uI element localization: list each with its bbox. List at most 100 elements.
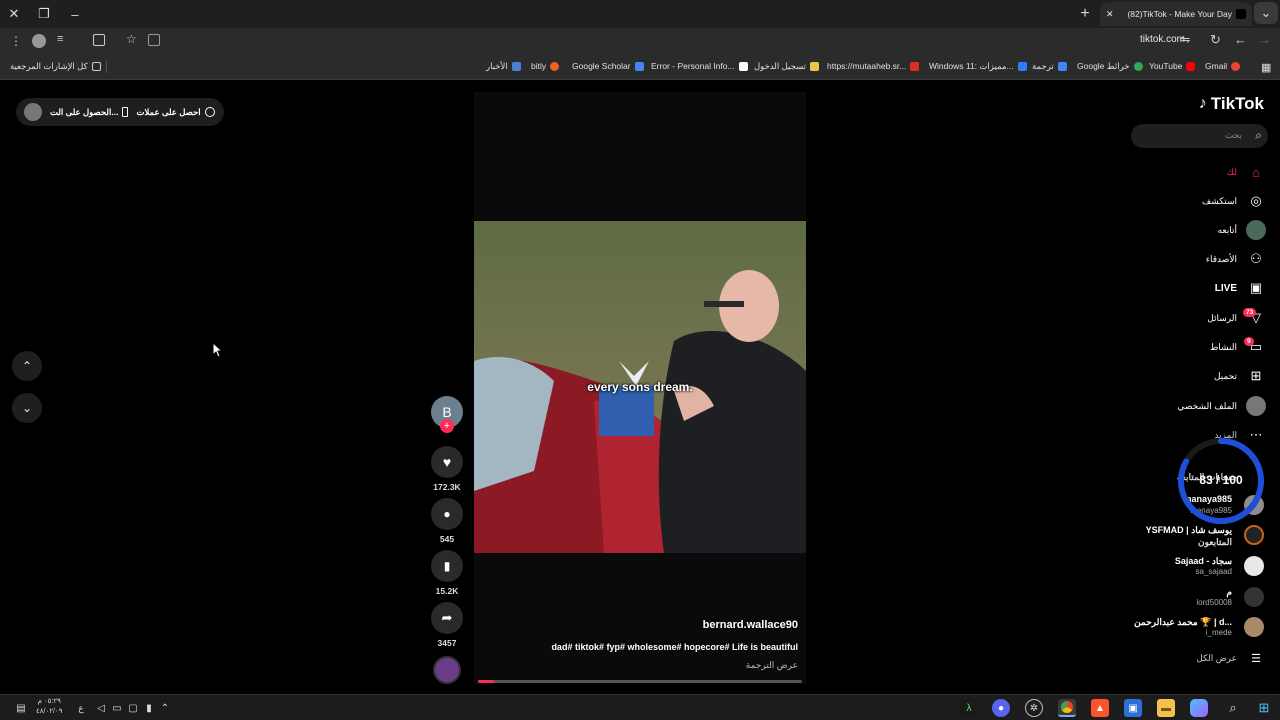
tiktok-note-icon: ♪ bbox=[1198, 95, 1207, 112]
video-username[interactable]: bernard.wallace90 bbox=[703, 619, 798, 631]
upload-icon[interactable]: ⊞ bbox=[1246, 366, 1266, 386]
extensions-list-icon[interactable]: ≡ bbox=[57, 33, 63, 45]
copilot-app-icon[interactable] bbox=[1190, 699, 1208, 717]
site-settings-icon[interactable]: ⇋ bbox=[1181, 33, 1190, 46]
windows-start-icon[interactable]: ⊞ bbox=[1255, 699, 1273, 717]
nav-profile[interactable]: الملف الشخصي bbox=[1177, 401, 1237, 412]
following-account-name[interactable]: Sajaad - سجاد bbox=[1175, 556, 1232, 567]
bookmark-label: https://mutaaheb.sr... bbox=[827, 61, 907, 71]
menu-dots-icon[interactable]: ⋮ bbox=[10, 34, 22, 48]
bookmark-bitly[interactable]: bitly bbox=[531, 61, 560, 71]
following-avatar[interactable] bbox=[1244, 617, 1264, 637]
like-button[interactable]: ♥ bbox=[431, 446, 463, 478]
forward-arrow-icon[interactable]: → bbox=[1258, 32, 1271, 47]
bookmark-login[interactable]: تسجيل الدخول bbox=[754, 61, 820, 72]
music-disc-icon[interactable] bbox=[433, 656, 461, 684]
share-button[interactable]: ➦ bbox=[431, 602, 463, 634]
tab-tiktok[interactable]: ✕ (82)TikTok - Make Your Day bbox=[1100, 2, 1252, 26]
nav-messages[interactable]: الرسائل bbox=[1207, 313, 1237, 324]
restore-window-icon[interactable]: ❐ bbox=[30, 0, 58, 28]
nav-explore[interactable]: استكشف bbox=[1202, 196, 1237, 207]
following-avatar[interactable] bbox=[1244, 525, 1264, 545]
tab-close-icon[interactable]: ✕ bbox=[1106, 9, 1114, 20]
score-text: 83 / 100 bbox=[1199, 473, 1243, 487]
url-field[interactable]: tiktok.com bbox=[1140, 34, 1185, 45]
extensions-puzzle-icon[interactable] bbox=[93, 34, 105, 46]
following-avatar-icon[interactable] bbox=[1246, 220, 1266, 240]
login-icon bbox=[810, 62, 820, 71]
following-avatar[interactable] bbox=[1244, 587, 1264, 607]
bookmark-all[interactable]: كل الإشارات المرجعية bbox=[10, 61, 101, 72]
bookmark-label: الأخبار bbox=[486, 61, 508, 71]
bookmark-youtube[interactable]: YouTube bbox=[1149, 61, 1196, 71]
search-taskbar-icon[interactable]: ⌕ bbox=[1224, 699, 1242, 717]
live-icon[interactable]: ▣ bbox=[1246, 278, 1266, 298]
notifications-icon[interactable]: ▤ bbox=[12, 699, 30, 717]
bookmark-label: ترجمة bbox=[1032, 61, 1054, 71]
nav-friends[interactable]: الأصدقاء bbox=[1206, 254, 1237, 265]
bookmark-maps[interactable]: Google خرائط bbox=[1077, 61, 1143, 72]
following-account-name[interactable]: YSFMAD | يوسف شاد bbox=[1146, 525, 1232, 536]
nav-upload[interactable]: تحميل bbox=[1214, 371, 1237, 382]
follow-plus-button[interactable]: + bbox=[440, 419, 454, 433]
close-window-icon[interactable]: ✕ bbox=[0, 0, 28, 28]
friends-icon[interactable]: ⚇ bbox=[1246, 249, 1266, 269]
bookmark-gmail[interactable]: Gmail bbox=[1205, 61, 1241, 71]
search-input[interactable]: بحث ⌕ bbox=[1131, 124, 1268, 148]
tray-chevron-icon[interactable]: ⌃ bbox=[156, 699, 174, 717]
video-progress-track[interactable] bbox=[478, 680, 802, 683]
store-app-icon[interactable]: ▣ bbox=[1124, 699, 1142, 717]
bookmark-icon: ▮ bbox=[443, 559, 451, 573]
language-indicator[interactable]: ع bbox=[72, 699, 90, 717]
following-avatar[interactable] bbox=[1244, 556, 1264, 576]
bookmark-scholar[interactable]: Google Scholar bbox=[572, 61, 644, 71]
bookmark-windows[interactable]: Windows 11: مميزات... bbox=[929, 61, 1027, 72]
browser-title-bar: ✕ ❐ – + ✕ (82)TikTok - Make Your Day ⌄ bbox=[0, 0, 1280, 28]
following-account-name[interactable]: م bbox=[1226, 587, 1232, 598]
see-all-link[interactable]: عرض الكل bbox=[1196, 653, 1237, 664]
tiktok-logo[interactable]: ♪ TikTok bbox=[1199, 94, 1264, 114]
get-coins-button[interactable]: احصل على عملات bbox=[136, 107, 215, 118]
comment-button[interactable]: ● bbox=[431, 498, 463, 530]
profile-avatar-icon[interactable] bbox=[32, 34, 46, 48]
file-explorer-icon[interactable]: ▬ bbox=[1157, 699, 1175, 717]
brave-app-icon[interactable]: ▲ bbox=[1091, 699, 1109, 717]
chatgpt-app-icon[interactable]: ✲ bbox=[1025, 699, 1043, 717]
reload-icon[interactable]: ↻ bbox=[1210, 32, 1221, 48]
user-avatar[interactable] bbox=[24, 103, 42, 121]
apps-grid-icon[interactable]: ▦ bbox=[1261, 61, 1271, 74]
minimize-window-icon[interactable]: – bbox=[61, 0, 89, 28]
clock[interactable]: ٠٥:٢٩ م ٤٨/٠٢/٠٩ bbox=[36, 697, 62, 717]
get-app-button[interactable]: الحصول على الت... bbox=[50, 107, 129, 118]
next-video-button[interactable]: ⌄ bbox=[12, 393, 42, 423]
bookmark-label: Error - Personal Info... bbox=[651, 61, 735, 71]
terminal-app-icon[interactable]: λ bbox=[960, 699, 978, 717]
search-icon[interactable]: ⌕ bbox=[1255, 128, 1262, 143]
new-tab-icon[interactable]: + bbox=[1071, 0, 1099, 28]
bookmark-mutaaheb[interactable]: https://mutaaheb.sr... bbox=[827, 61, 920, 71]
bookmark-translate[interactable]: ترجمة bbox=[1032, 61, 1067, 72]
bookmark-star-icon[interactable]: ☆ bbox=[126, 32, 137, 46]
profile-icon[interactable] bbox=[1246, 396, 1266, 416]
discord-app-icon[interactable]: ● bbox=[992, 699, 1010, 717]
see-translation-link[interactable]: عرض الترجمة bbox=[746, 660, 798, 671]
nav-following[interactable]: أتابعه bbox=[1218, 225, 1237, 236]
compass-icon[interactable]: ◎ bbox=[1246, 191, 1266, 211]
nav-activity[interactable]: النشاط bbox=[1210, 342, 1237, 353]
nav-live[interactable]: LIVE bbox=[1215, 283, 1237, 294]
tab-search-chevron-icon[interactable]: ⌄ bbox=[1254, 2, 1278, 24]
list-icon: ☰ bbox=[1251, 652, 1261, 665]
back-arrow-icon[interactable]: ← bbox=[1234, 32, 1247, 47]
save-button[interactable]: ▮ bbox=[431, 550, 463, 582]
chrome-app-icon[interactable] bbox=[1058, 699, 1076, 717]
bookmark-news[interactable]: الأخبار bbox=[486, 61, 521, 72]
home-icon[interactable]: ⌂ bbox=[1246, 162, 1266, 182]
avatar-letter: B bbox=[442, 404, 452, 420]
following-account-name[interactable]: محمد عبدالرحمن 🏆 | d... bbox=[1134, 617, 1232, 628]
share-icon[interactable] bbox=[148, 34, 160, 46]
scholar-icon bbox=[634, 61, 644, 71]
nav-for-you[interactable]: لك bbox=[1227, 167, 1237, 178]
bookmark-error[interactable]: Error - Personal Info... bbox=[651, 61, 748, 71]
chevron-down-icon: ⌄ bbox=[21, 401, 33, 415]
previous-video-button[interactable]: ⌃ bbox=[12, 351, 42, 381]
